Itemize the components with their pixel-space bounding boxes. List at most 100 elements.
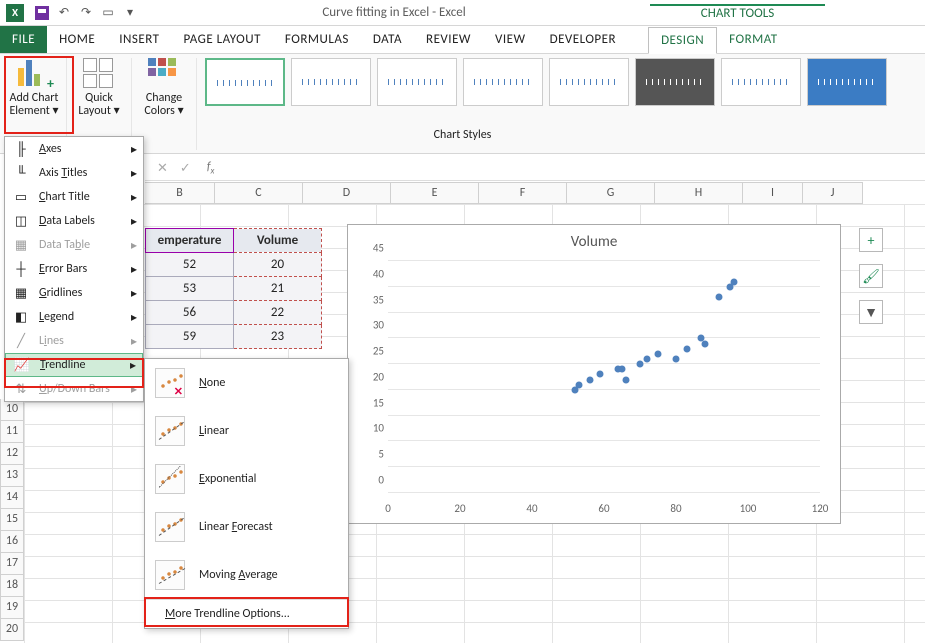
tab-data[interactable]: DATA [361,26,414,53]
add-chart-element-button[interactable]: + Add Chart Element ▾ [6,58,62,118]
col-G[interactable]: G [567,182,655,204]
cell[interactable]: 22 [234,301,322,325]
quick-layout-icon [83,58,115,90]
data-point[interactable] [597,371,604,378]
title-bar: X ↶ ↷ ▭ ▾ Curve fitting in Excel - Excel… [0,0,925,26]
row-13[interactable]: 13 [0,465,24,487]
row-17[interactable]: 17 [0,553,24,575]
menu-gridlines[interactable]: ▦Gridlines▸ [5,281,143,305]
data-point[interactable] [683,345,690,352]
tab-file[interactable]: FILE [0,26,47,53]
data-point[interactable] [655,350,662,357]
cell[interactable]: 56 [146,301,234,325]
data-point[interactable] [575,381,582,388]
row-20[interactable]: 20 [0,619,24,641]
data-point[interactable] [701,340,708,347]
tab-format[interactable]: FORMAT [717,26,789,53]
chart-title[interactable]: Volume [348,233,840,251]
row-14[interactable]: 14 [0,487,24,509]
chart-style-2[interactable] [291,58,371,106]
trendline-none[interactable]: ✕ None [145,359,348,407]
header-temperature[interactable]: emperature [146,229,234,253]
chart-style-1[interactable] [205,58,285,106]
save-button[interactable] [34,5,50,21]
col-D[interactable]: D [303,182,391,204]
row-15[interactable]: 15 [0,509,24,531]
chart-styles-button[interactable]: 🖌 [859,264,883,288]
menu-legend[interactable]: ◧Legend▸ [5,305,143,329]
row-18[interactable]: 18 [0,575,24,597]
fx-icon[interactable]: fx [207,160,215,176]
chart-styles-gallery[interactable] [205,58,887,106]
row-19[interactable]: 19 [0,597,24,619]
trendline-linear-forecast[interactable]: Linear Forecast [145,503,348,551]
row-16[interactable]: 16 [0,531,24,553]
tab-developer[interactable]: DEVELOPER [538,26,628,53]
qat-customize-icon[interactable]: ▾ [122,5,138,21]
data-point[interactable] [637,361,644,368]
cell[interactable]: 59 [146,325,234,349]
chart-add-element-button[interactable]: + [859,228,883,252]
menu-axes[interactable]: ╟Axes▸ [5,137,143,161]
menu-error-bars[interactable]: ┼Error Bars▸ [5,257,143,281]
data-point[interactable] [586,376,593,383]
data-point[interactable] [672,355,679,362]
menu-data-labels[interactable]: ◫Data Labels▸ [5,209,143,233]
tab-home[interactable]: HOME [47,26,107,53]
cell[interactable]: 20 [234,253,322,277]
quick-layout-button[interactable]: Quick Layout ▾ [71,58,127,118]
col-C[interactable]: C [215,182,303,204]
chart-style-8[interactable] [807,58,887,106]
chart-filter-button[interactable]: ▼ [859,300,883,324]
enter-icon[interactable]: ✓ [180,161,191,176]
tab-formulas[interactable]: FORMULAS [273,26,361,53]
data-point[interactable] [619,366,626,373]
col-H[interactable]: H [655,182,743,204]
chart-style-5[interactable] [549,58,629,106]
tab-page-layout[interactable]: PAGE LAYOUT [172,26,273,53]
change-colors-button[interactable]: Change Colors ▾ [136,58,192,118]
row-11[interactable]: 11 [0,421,24,443]
cancel-icon[interactable]: ✕ [157,161,168,176]
cell[interactable]: 53 [146,277,234,301]
tab-design[interactable]: DESIGN [648,27,717,54]
cell[interactable]: 52 [146,253,234,277]
menu-trendline[interactable]: 📈Trendline▸ [5,353,143,377]
y-axis: 051015202530354045 [358,261,386,493]
undo-button[interactable]: ↶ [56,5,72,21]
tab-view[interactable]: VIEW [483,26,538,53]
trendline-moving-average[interactable]: Moving Average [145,551,348,599]
chart-object[interactable]: Volume 051015202530354045 02040608010012… [347,224,841,524]
print-preview-button[interactable]: ▭ [100,5,116,21]
cell[interactable]: 23 [234,325,322,349]
menu-chart-title[interactable]: ▭Chart Title▸ [5,185,143,209]
chart-style-7[interactable] [721,58,801,106]
menu-axis-titles[interactable]: ╙Axis Titles▸ [5,161,143,185]
trendline-exponential[interactable]: Exponential [145,455,348,503]
data-point[interactable] [644,355,651,362]
change-colors-icon [148,58,180,90]
tab-review[interactable]: REVIEW [414,26,483,53]
col-B[interactable]: B [145,182,215,204]
data-point[interactable] [622,376,629,383]
trendline-more-options[interactable]: More Trendline Options... [145,600,348,628]
chart-style-3[interactable] [377,58,457,106]
header-volume[interactable]: Volume [234,229,322,253]
redo-button[interactable]: ↷ [78,5,94,21]
chart-style-6[interactable] [635,58,715,106]
data-point[interactable] [716,294,723,301]
tab-insert[interactable]: INSERT [107,26,171,53]
col-E[interactable]: E [391,182,479,204]
row-12[interactable]: 12 [0,443,24,465]
chart-style-4[interactable] [463,58,543,106]
trendline-linear[interactable]: Linear [145,407,348,455]
data-point[interactable] [730,278,737,285]
lines-icon: ╱ [11,333,31,349]
row-10[interactable]: 10 [0,399,24,421]
chart-plot-area[interactable]: 051015202530354045 020406080100120 [388,261,820,493]
col-F[interactable]: F [479,182,567,204]
col-J[interactable]: J [803,182,863,204]
ribbon-tabs: FILE HOME INSERT PAGE LAYOUT FORMULAS DA… [0,26,925,54]
col-I[interactable]: I [743,182,803,204]
cell[interactable]: 21 [234,277,322,301]
